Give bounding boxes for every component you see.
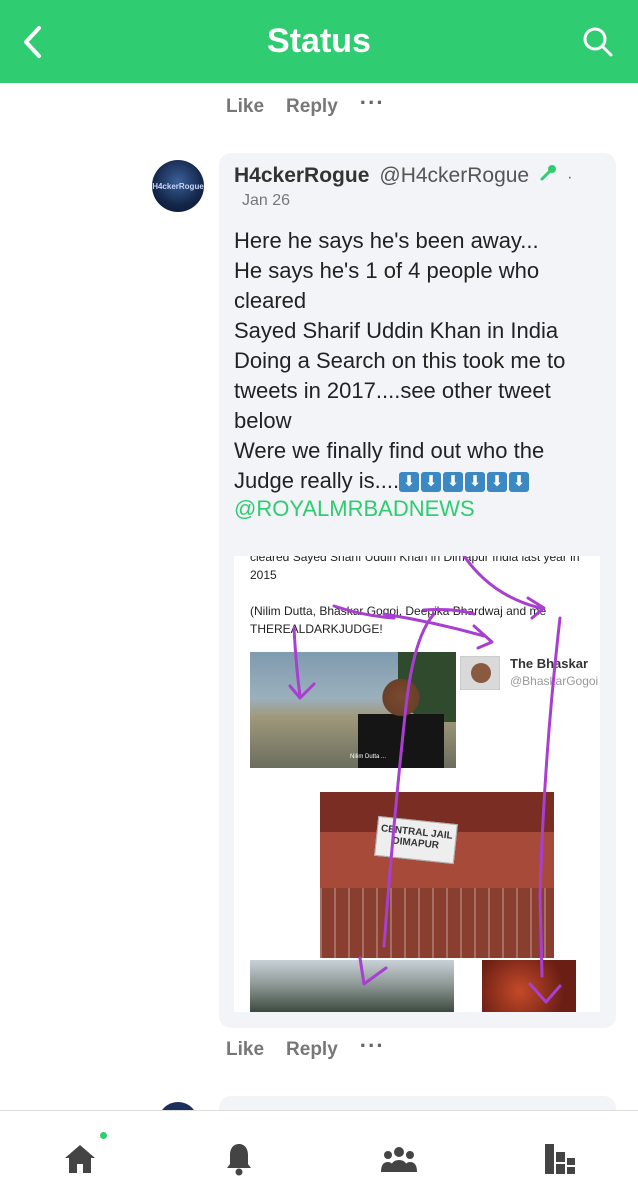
like-button[interactable]: Like [226,1039,264,1061]
post-image[interactable]: cleared Sayed Sharif Uddin Khan in Dimap… [234,556,600,1012]
post-line-text: Judge really is.... [234,468,400,493]
avatar[interactable]: H4ckerRogue [152,160,204,212]
down-arrow-emojis: ⬇ ⬇ ⬇ ⬇ ⬇ ⬇ [399,472,530,493]
nav-home[interactable] [60,1139,100,1179]
post-line: tweets in 2017....see other tweet [234,378,551,403]
notification-dot [100,1132,107,1139]
down-arrow-icon: ⬇ [399,472,420,493]
down-arrow-icon: ⬇ [465,472,486,493]
post-author: H4ckerRogue @H4ckerRogue · [234,164,572,188]
top-bar: Status [0,0,638,83]
reply-button[interactable]: Reply [286,1039,338,1061]
down-arrow-icon: ⬇ [443,472,464,493]
avatar-label: H4ckerRogue [152,181,204,191]
post-line: Doing a Search on this took me to [234,348,566,373]
post-line-last: Judge really is.... ⬇ ⬇ ⬇ ⬇ ⬇ ⬇ [234,466,606,496]
search-button[interactable] [578,22,618,62]
post-body: Here he says he's been away... He says h… [234,226,606,496]
separator-dot: · [567,169,573,186]
post-line: Were we finally find out who the [234,438,545,463]
bars-icon [545,1144,575,1174]
back-button[interactable] [14,22,50,62]
post-actions: Like Reply ··· [226,1033,385,1061]
more-button[interactable]: ··· [360,90,385,116]
prev-post-actions: Like Reply ··· [226,90,385,118]
like-button[interactable]: Like [226,96,264,118]
handwritten-arrows [288,556,562,1004]
microphone-icon [540,165,557,181]
nav-groups[interactable] [379,1139,419,1179]
chevron-left-icon [24,26,41,58]
down-arrow-icon: ⬇ [421,472,442,493]
bell-icon [227,1144,251,1176]
post-line: cleared [234,288,307,313]
reply-button[interactable]: Reply [286,96,338,118]
more-button[interactable]: ··· [360,1033,385,1059]
people-icon [381,1147,417,1172]
post-date: Jan 26 [242,192,291,209]
down-arrow-icon: ⬇ [509,472,530,493]
post-line: Sayed Sharif Uddin Khan in India [234,318,559,343]
post-line: Here he says he's been away... [234,228,539,253]
author-handle[interactable]: @H4ckerRogue [379,164,529,188]
nav-notifications[interactable] [219,1139,259,1179]
post-line: below [234,408,292,433]
author-name[interactable]: H4ckerRogue [234,164,369,188]
search-icon [583,27,613,57]
bottom-nav [0,1110,638,1200]
page-title: Status [267,22,371,60]
post-line: He says he's 1 of 4 people who [234,258,540,283]
home-icon [65,1145,95,1173]
status-screen: Status Like Reply ··· H4ckerRogue H4cker… [0,0,638,1200]
down-arrow-icon: ⬇ [487,472,508,493]
nav-trends[interactable] [539,1139,579,1179]
mention-link[interactable]: @ROYALMRBADNEWS [234,496,475,522]
